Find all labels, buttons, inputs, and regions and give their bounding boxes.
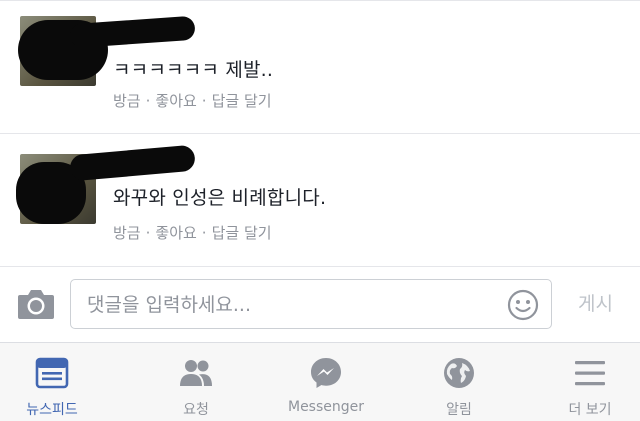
notifications-globe-icon [444,358,474,388]
like-link[interactable]: 좋아요 [155,90,196,111]
comment-input[interactable] [85,288,499,322]
separator-dot: · [201,223,207,242]
tab-label: 뉴스피드 [26,402,78,418]
reply-link[interactable]: 답글 달기 [212,222,272,243]
redaction-mark [69,144,196,182]
comment: 와꾸와 인성은 비례합니다. 방금 · 좋아요 · 답글 달기 [0,136,640,266]
news-feed-icon [35,357,69,389]
separator-dot: · [145,223,151,242]
divider [0,133,640,134]
messenger-icon [311,358,341,388]
divider [0,0,640,1]
comment-composer: 게시 [0,266,640,343]
tab-friend-requests[interactable]: 요청 [146,343,246,421]
separator-dot: · [145,91,151,110]
comment-time: 방금 [113,92,141,110]
comment-input-box[interactable] [70,279,552,329]
post-button[interactable]: 게시 [578,289,613,316]
comment-meta: 방금 · 좋아요 · 답글 달기 [113,222,272,243]
tab-notifications[interactable]: 알림 [409,343,509,421]
camera-icon[interactable] [16,287,56,321]
separator-dot: · [201,91,207,110]
bottom-tab-bar: 뉴스피드 요청 Messenger 알림 더 보기 [0,342,640,421]
comment-text: 와꾸와 인성은 비례합니다. [113,187,327,209]
tab-news-feed[interactable]: 뉴스피드 [2,343,102,421]
comment-list: ㅋㅋㅋㅋㅋㅋ 제발.. 방금 · 좋아요 · 답글 달기 와꾸와 인성은 비례합… [0,0,640,266]
tab-label: Messenger [287,399,365,415]
reply-link[interactable]: 답글 달기 [212,90,272,111]
tab-label: 요청 [183,402,209,418]
comment-text: ㅋㅋㅋㅋㅋㅋ 제발.. [113,59,274,81]
comment-time: 방금 [113,224,141,242]
friend-requests-icon [180,360,212,386]
tab-label: 더 보기 [568,402,612,418]
menu-icon [575,361,605,386]
like-link[interactable]: 좋아요 [155,222,196,243]
tab-messenger[interactable]: Messenger [276,343,376,421]
comment: ㅋㅋㅋㅋㅋㅋ 제발.. 방금 · 좋아요 · 답글 달기 [0,2,640,132]
comment-meta: 방금 · 좋아요 · 답글 달기 [113,90,272,111]
smiley-icon[interactable] [507,289,539,321]
tab-label: 알림 [446,402,472,418]
tab-more[interactable]: 더 보기 [540,343,640,421]
